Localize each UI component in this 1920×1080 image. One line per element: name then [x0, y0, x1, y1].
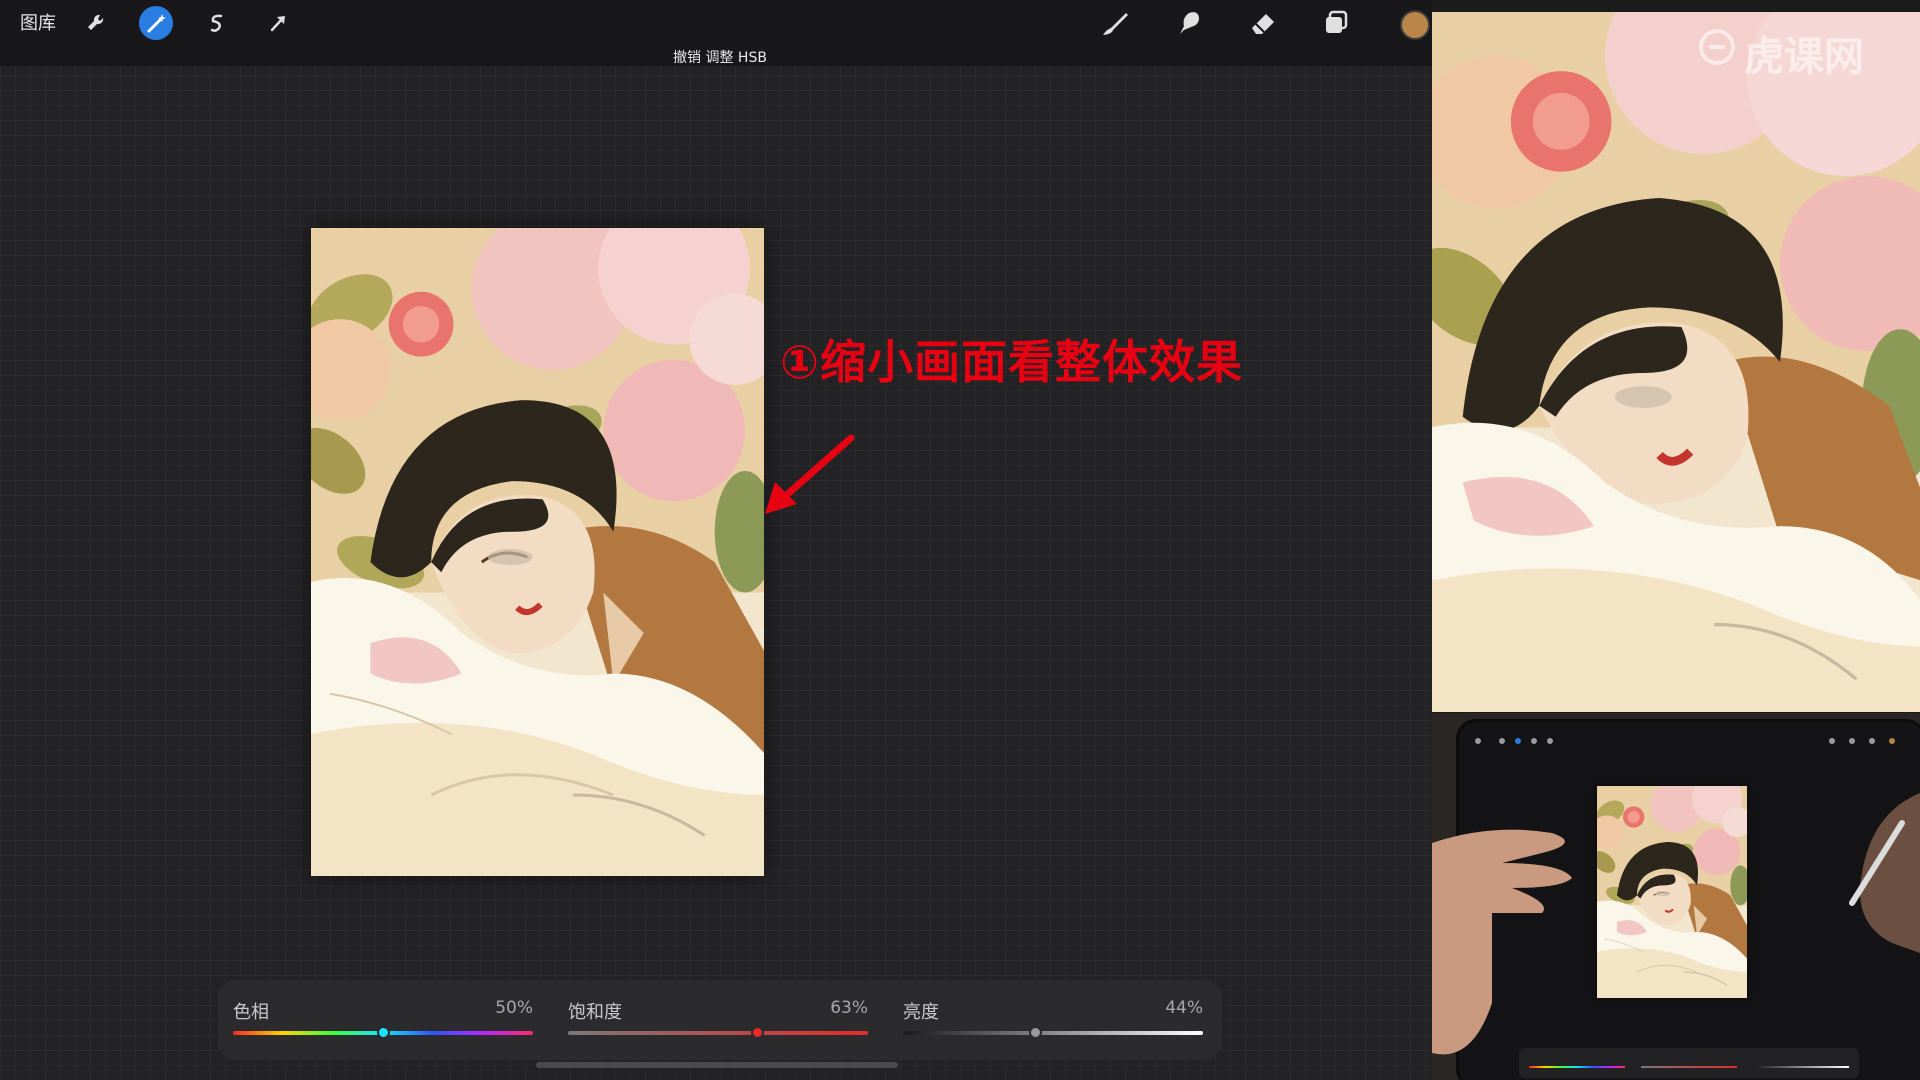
eraser-icon[interactable]: [1246, 6, 1280, 40]
undo-notification: 撤销 调整 HSB: [673, 50, 767, 66]
gallery-button[interactable]: 图库: [20, 14, 56, 34]
brightness-label: 亮度: [903, 1002, 939, 1023]
saturation-thumb[interactable]: [751, 1026, 764, 1039]
saturation-slider[interactable]: 饱和度 63%: [568, 980, 868, 1060]
watermark: 虎课网: [1744, 34, 1864, 80]
saturation-track[interactable]: [568, 1031, 868, 1035]
arrow-cursor-icon[interactable]: [261, 6, 295, 40]
video-frame: 图库 撤销 调整 HSB 色相 50% 饱和度 63% 亮度 44% ①缩小画面…: [0, 0, 1920, 1080]
hsb-adjustment-panel: 色相 50% 饱和度 63% 亮度 44%: [218, 980, 1222, 1060]
red-arrow-icon: [765, 434, 855, 514]
ipad-artwork: [1597, 786, 1747, 998]
overhead-camera-view: [1432, 713, 1920, 1080]
hue-slider[interactable]: 色相 50%: [233, 980, 533, 1060]
right-hand: [1849, 793, 1920, 953]
saturation-value: 63%: [830, 998, 868, 1018]
procreate-app: 图库 撤销 调整 HSB 色相 50% 饱和度 63% 亮度 44%: [0, 0, 1432, 1080]
brightness-thumb[interactable]: [1029, 1026, 1042, 1039]
wrench-icon[interactable]: [79, 6, 113, 40]
left-hand: [1432, 829, 1572, 1055]
brightness-track[interactable]: [903, 1031, 1203, 1035]
home-indicator[interactable]: [536, 1062, 898, 1068]
brush-icon[interactable]: [1098, 6, 1132, 40]
zoom-camera-view: [1432, 0, 1920, 713]
color-swatch[interactable]: [1400, 10, 1430, 40]
selection-icon[interactable]: [200, 6, 234, 40]
saturation-label: 饱和度: [568, 1002, 622, 1023]
magic-wand-icon[interactable]: [139, 6, 173, 40]
tutorial-annotation: ①缩小画面看整体效果: [780, 335, 1243, 389]
layers-icon[interactable]: [1320, 6, 1354, 40]
hue-value: 50%: [495, 998, 533, 1018]
hue-label: 色相: [233, 1002, 269, 1023]
brightness-value: 44%: [1165, 998, 1203, 1018]
watermark-logo-icon: [1699, 29, 1735, 65]
artwork-canvas[interactable]: [311, 228, 764, 876]
zoomed-artwork: [1432, 12, 1920, 712]
ipad-toolbar: [1469, 730, 1909, 750]
smudge-icon[interactable]: [1172, 6, 1206, 40]
hue-thumb[interactable]: [377, 1026, 390, 1039]
brightness-slider[interactable]: 亮度 44%: [903, 980, 1203, 1060]
